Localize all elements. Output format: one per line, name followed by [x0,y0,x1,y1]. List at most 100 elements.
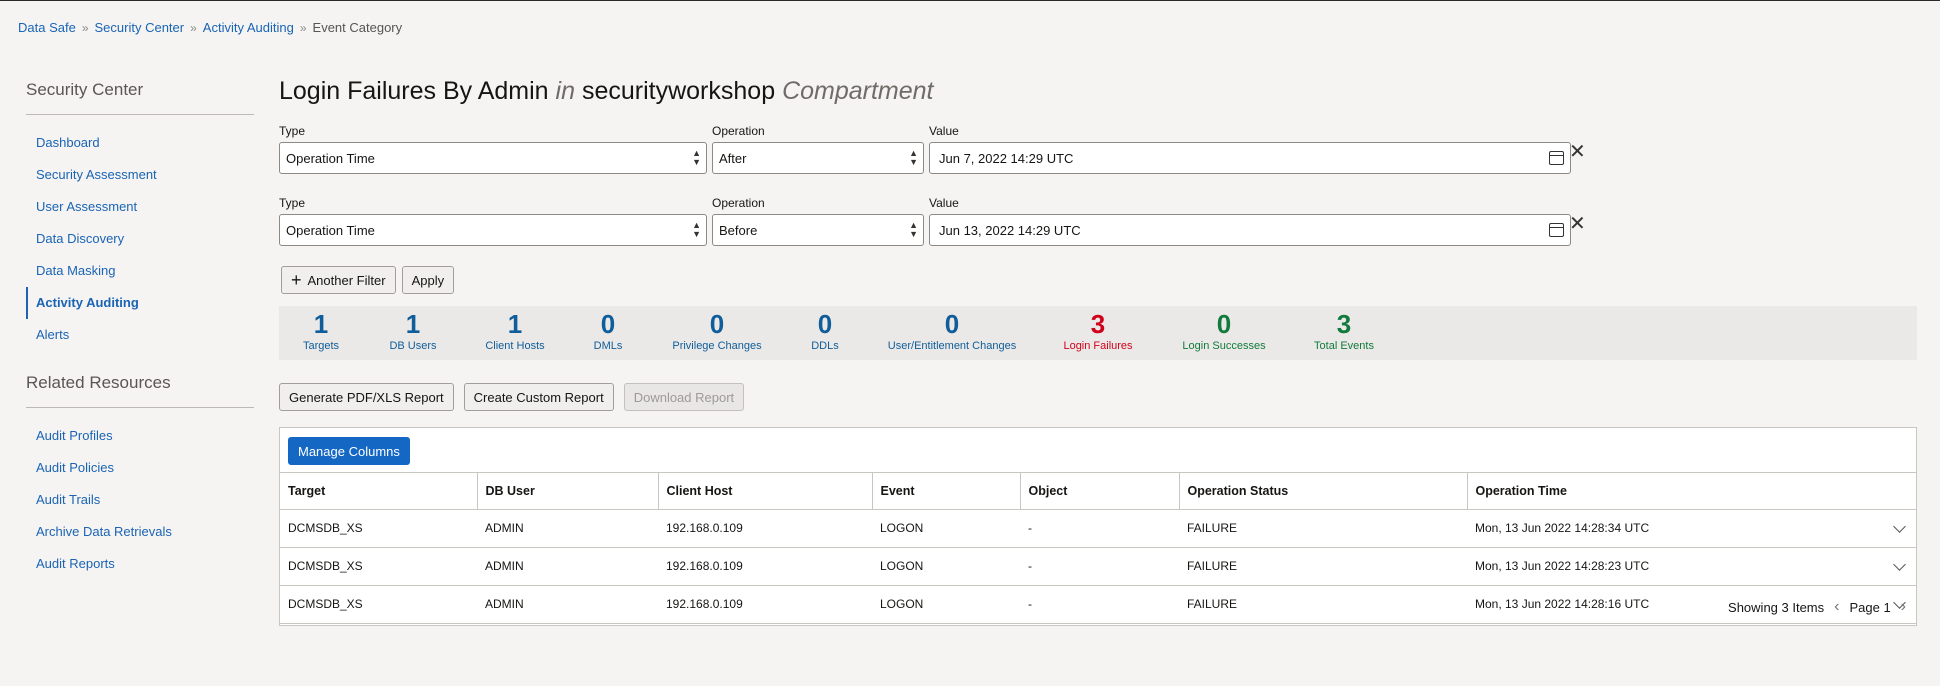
filter-type-select[interactable]: Operation Time ▲ ▼ [279,142,707,174]
table-toolbar: Manage Columns [280,428,1916,473]
manage-columns-button[interactable]: Manage Columns [288,437,410,465]
page-title-in: in [555,77,576,105]
sidebar-item-audit-policies[interactable]: Audit Policies [26,452,254,484]
select-arrows-icon: ▲ ▼ [909,148,918,167]
calendar-icon[interactable] [1549,151,1564,165]
cell-object: - [1020,509,1179,548]
next-page-icon[interactable]: › [1901,598,1906,616]
sidebar-item-data-masking[interactable]: Data Masking [26,255,254,287]
column-header-client-host[interactable]: Client Host [658,473,873,510]
stat-number: 1 [507,309,523,339]
generate-report-button[interactable]: Generate PDF/XLS Report [279,383,454,411]
table-header-row: Target DB User Client Host Event Object … [280,473,1916,510]
table-row[interactable]: DCMSDB_XS ADMIN 192.168.0.109 LOGON - FA… [280,585,1916,624]
stat-privilege-changes[interactable]: 0 Privilege Changes [672,310,761,352]
stat-db-users[interactable]: 1 DB Users [389,310,436,352]
sidebar-item-data-discovery[interactable]: Data Discovery [26,223,254,255]
sidebar: Security Center Dashboard Security Asses… [26,80,254,598]
stat-user-entitlement-changes[interactable]: 0 User/Entitlement Changes [888,310,1016,352]
stat-targets[interactable]: 1 Targets [303,310,339,352]
expand-row-chevron-icon[interactable] [1893,557,1906,571]
cell-target: DCMSDB_XS [280,585,477,624]
stat-number: 0 [944,309,960,339]
select-arrows-icon: ▲ ▼ [692,220,701,239]
download-report-button[interactable]: Download Report [623,383,745,411]
breadcrumb-activity-auditing[interactable]: Activity Auditing [203,20,294,35]
filter-operation-select[interactable]: After ▲ ▼ [712,142,924,174]
select-arrows-icon: ▲ ▼ [909,220,918,239]
sidebar-item-activity-auditing[interactable]: Activity Auditing [26,287,254,319]
sidebar-item-archive-data-retrievals[interactable]: Archive Data Retrievals [26,516,254,548]
sidebar-item-alerts[interactable]: Alerts [26,319,254,351]
sidebar-item-dashboard[interactable]: Dashboard [26,127,254,159]
remove-filter-icon[interactable]: ✕ [1569,139,1586,164]
filter-value-input[interactable]: Jun 13, 2022 14:29 UTC [929,214,1571,246]
create-custom-report-button[interactable]: Create Custom Report [463,383,614,411]
filter-actions: + Another Filter Apply [281,266,455,294]
cell-client-host: 192.168.0.109 [658,509,872,548]
stat-number: 1 [405,309,421,339]
column-header-target[interactable]: Target [280,473,478,510]
apply-button[interactable]: Apply [401,266,455,294]
breadcrumb-data-safe[interactable]: Data Safe [18,20,76,35]
calendar-icon[interactable] [1549,223,1564,237]
stat-number: 0 [709,309,725,339]
related-resources-nav: Audit Profiles Audit Policies Audit Trai… [26,408,254,598]
another-filter-button[interactable]: + Another Filter [281,266,396,294]
previous-page-icon[interactable]: ‹ [1834,598,1839,616]
breadcrumb-separator-icon: » [190,20,197,35]
sidebar-item-user-assessment[interactable]: User Assessment [26,191,254,223]
events-table: Target DB User Client Host Event Object … [280,473,1916,624]
filter-value-label: Value [929,124,959,138]
filter-value-text: Jun 7, 2022 14:29 UTC [939,150,1074,166]
sidebar-item-audit-reports[interactable]: Audit Reports [26,548,254,580]
filter-type-select[interactable]: Operation Time ▲ ▼ [279,214,707,246]
expand-row-chevron-icon[interactable] [1893,519,1906,533]
remove-filter-icon[interactable]: ✕ [1569,211,1586,236]
stat-total-events[interactable]: 3 Total Events [1314,310,1374,352]
column-header-operation-status[interactable]: Operation Status [1179,473,1468,510]
cell-operation-time: Mon, 13 Jun 2022 14:28:34 UTC [1467,509,1916,548]
filter-type-group: Type Operation Time ▲ ▼ [279,196,707,246]
filter-value-input[interactable]: Jun 7, 2022 14:29 UTC [929,142,1571,174]
filter-value-group: Value Jun 13, 2022 14:29 UTC [929,196,1571,246]
sidebar-item-security-assessment[interactable]: Security Assessment [26,159,254,191]
table-row[interactable]: DCMSDB_XS ADMIN 192.168.0.109 LOGON - FA… [280,509,1916,548]
stat-ddls[interactable]: 0 DDLs [811,310,839,352]
breadcrumb-security-center[interactable]: Security Center [95,20,185,35]
stat-login-failures[interactable]: 3 Login Failures [1063,310,1132,352]
page-indicator: Page 1 [1849,599,1891,615]
stat-number: 0 [600,309,616,339]
top-border [0,0,1940,1]
filter-operation-select[interactable]: Before ▲ ▼ [712,214,924,246]
cell-event: LOGON [872,585,1020,624]
select-arrows-icon: ▲ ▼ [692,148,701,167]
filter-type-label: Type [279,124,306,138]
filter-operation-group: Operation Before ▲ ▼ [712,196,924,246]
sidebar-nav: Dashboard Security Assessment User Asses… [26,115,254,369]
sidebar-item-audit-trails[interactable]: Audit Trails [26,484,254,516]
report-actions: Generate PDF/XLS Report Create Custom Re… [279,383,745,411]
filter-operation-label: Operation [712,124,765,138]
operation-time-text: Mon, 13 Jun 2022 14:28:23 UTC [1475,559,1650,573]
page-title-main: Login Failures By Admin [279,77,549,105]
filter-operation-value: After [719,150,747,166]
column-header-event[interactable]: Event [872,473,1021,510]
stat-login-successes[interactable]: 0 Login Successes [1182,310,1265,352]
showing-items-text: Showing 3 Items [1728,599,1825,615]
column-header-operation-time[interactable]: Operation Time [1467,473,1916,510]
table-pagination: Showing 3 Items ‹ Page 1 › [1728,598,1906,616]
stat-dmls[interactable]: 0 DMLs [594,310,623,352]
summary-stats: 1 Targets 1 DB Users 1 Client Hosts 0 DM… [279,306,1917,360]
plus-icon: + [291,270,302,290]
column-header-db-user[interactable]: DB User [477,473,659,510]
stat-label: DDLs [811,340,839,352]
sidebar-item-audit-profiles[interactable]: Audit Profiles [26,420,254,452]
sidebar-heading: Security Center [26,80,254,115]
stat-number: 3 [1090,309,1106,339]
stat-client-hosts[interactable]: 1 Client Hosts [485,310,544,352]
stat-label: Login Failures [1063,340,1133,352]
table-row[interactable]: DCMSDB_XS ADMIN 192.168.0.109 LOGON - FA… [280,547,1916,586]
cell-db-user: ADMIN [477,547,658,586]
column-header-object[interactable]: Object [1020,473,1180,510]
